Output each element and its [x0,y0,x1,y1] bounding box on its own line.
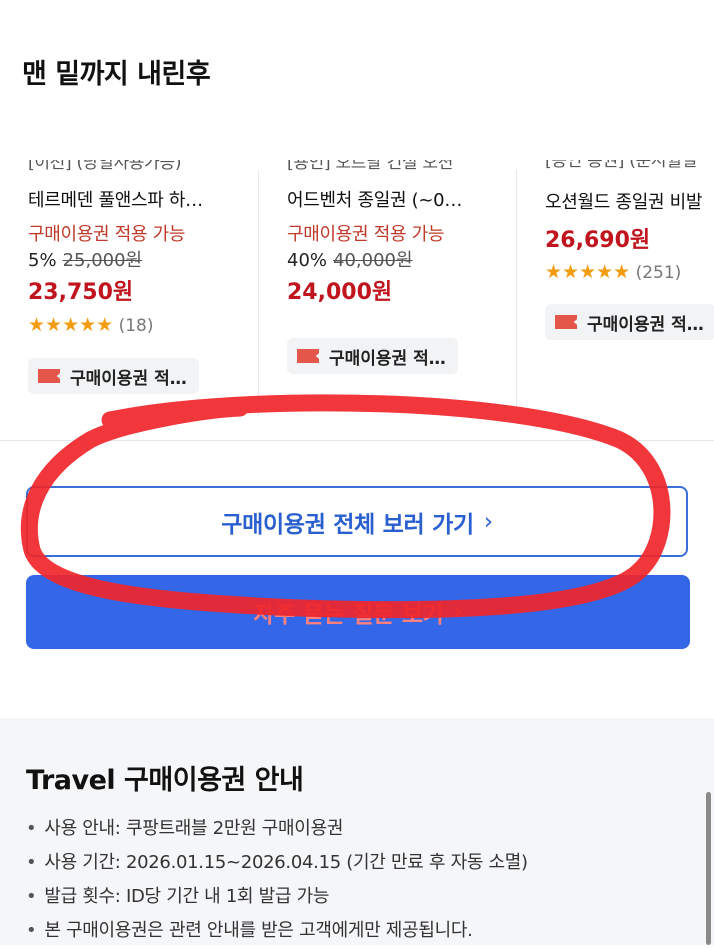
caption-text: 맨 밑까지 내린후 [22,59,211,90]
review-count: (251) [635,263,682,283]
rating-row: ★★★★★ (251) [545,261,681,283]
star-rating-icon: ★★★★★ [28,314,114,336]
product-card[interactable]: [용인] 오르날 건설 오션 어드벤처 종일권 (~0… 구매이용권 적용 가능… [287,160,509,416]
coupon-badge: 구매이용권 적… [545,304,714,340]
product-carousel[interactable]: [이천] (당일사용가능) 테르메덴 풀앤스파 하… 구매이용권 적용 가능 5… [0,160,714,416]
info-item: 사용 기간: 2026.01.15~2026.04.15 (기간 만료 후 자동… [26,846,528,880]
info-title: Travel 구매이용권 안내 [26,765,304,796]
review-count: (18) [118,316,154,336]
original-price: 25,000원 [62,250,143,271]
info-list: 사용 안내: 쿠팡트래블 2만원 구매이용권 사용 기간: 2026.01.15… [26,812,528,948]
coupon-info-section: Travel 구매이용권 안내 사용 안내: 쿠팡트래블 2만원 구매이용권 사… [0,718,714,945]
discount-row: 40% 40,000원 [287,246,413,272]
rating-row: ★★★★★ (18) [28,314,153,336]
coupon-badge: 구매이용권 적… [287,338,458,374]
view-all-coupons-button[interactable]: 구매이용권 전체 보러 가기 › [26,486,688,557]
info-item: 발급 횟수: ID당 기간 내 1회 발급 가능 [26,880,528,914]
product-card[interactable]: [용인 통권] (순시월일 오션월드 종일권 비발 26,690원 ★★★★★ … [545,160,714,416]
product-title[interactable]: 테르메덴 풀앤스파 하… [28,186,203,212]
product-cut-label: [이천] (당일사용가능) [28,160,182,173]
info-item: 사용 안내: 쿠팡트래블 2만원 구매이용권 [26,812,528,846]
product-title[interactable]: 오션월드 종일권 비발 [545,188,702,214]
coupon-badge-label: 구매이용권 적… [70,368,187,389]
sale-price: 26,690원 [545,228,651,253]
card-divider [516,170,517,416]
availability-label: 구매이용권 적용 가능 [287,224,445,245]
star-rating-icon: ★★★★★ [545,261,631,283]
coupon-badge-label: 구매이용권 적… [329,348,446,369]
sale-price: 24,000원 [287,280,393,305]
discount-rate: 5% [28,250,57,271]
discount-rate: 40% [287,250,328,271]
coupon-badge: 구매이용권 적… [28,358,199,394]
info-item: 본 구매이용권은 관련 안내를 받은 고객에게만 제공됩니다. [26,914,528,948]
chevron-right-icon: › [483,508,493,535]
coupon-badge-label: 구매이용권 적… [587,314,704,335]
product-title[interactable]: 어드벤처 종일권 (~0… [287,186,462,212]
product-cut-label: [용인] 오르날 건설 오션 [287,160,454,173]
card-divider [258,170,259,416]
chevron-right-icon: › [453,599,463,625]
availability-label: 구매이용권 적용 가능 [28,224,186,245]
discount-row: 5% 25,000원 [28,246,142,272]
product-card[interactable]: [이천] (당일사용가능) 테르메덴 풀앤스파 하… 구매이용권 적용 가능 5… [28,160,250,416]
scrollbar[interactable] [706,792,711,945]
ticket-icon [38,369,60,383]
original-price: 40,000원 [333,250,413,271]
view-all-coupons-label: 구매이용권 전체 보러 가기 [221,511,474,538]
faq-label: 자주 묻는 질문 보기 [253,602,444,628]
product-cut-label: [용인 통권] (순시월일 [545,160,697,171]
faq-button[interactable]: 자주 묻는 질문 보기 › [26,575,690,649]
sale-price: 23,750원 [28,280,134,305]
ticket-icon [297,349,319,363]
ticket-icon [555,315,577,329]
section-divider [0,440,714,441]
